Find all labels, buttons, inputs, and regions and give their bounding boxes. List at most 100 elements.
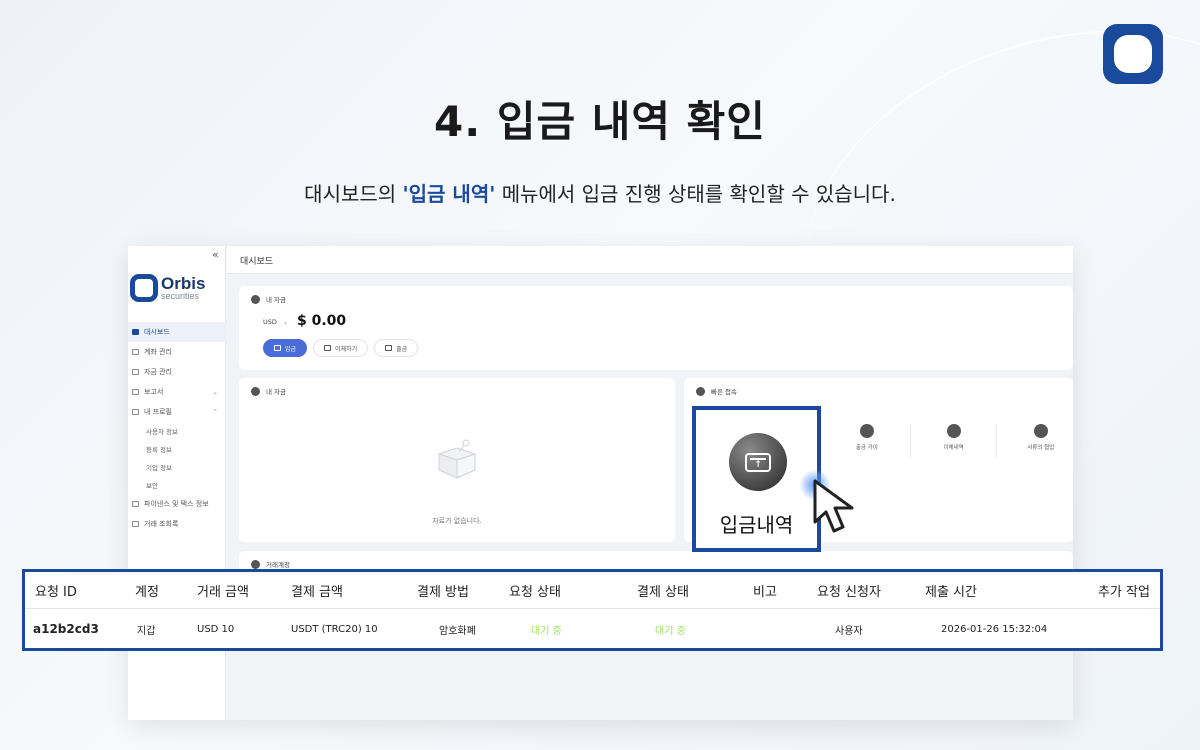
subtitle-text-end: 메뉴에서 입금 진행 상태를 확인할 수 있습니다. [495,182,896,206]
subtitle-text: 대시보드의 [304,182,403,206]
collapse-sidebar-icon[interactable]: « [212,248,219,261]
empty-box-icon [437,439,477,479]
sidebar-item-finance-tax[interactable]: 파이낸스 및 택스 정보 [128,494,226,514]
withdraw-icon [385,345,393,351]
quick-item-label: 서류의 협업 [1027,445,1055,451]
subtitle-highlight: '입금 내역' [402,182,496,206]
orbis-logo[interactable]: Orbis securities [130,274,205,302]
sidebar-item-reports[interactable]: 보고서 ⌄ [128,382,226,402]
card-title: 빠른 접속 [711,388,737,396]
currency-select[interactable]: USD ⌄ [263,318,288,326]
deposit-icon [274,345,281,351]
coins-icon [251,386,260,396]
sidebar-item-accounts[interactable]: 계좌 관리 [128,342,226,362]
header-pay-method: 결제 방법 [417,584,469,600]
sidebar-item-label: 대시보드 [144,328,170,336]
chevron-down-icon: ⌄ [212,388,218,396]
table-row[interactable]: a12b2cd3 지갑 USD 10 USDT (TRC20) 10 암호화폐 … [25,610,1160,648]
deposit-card-icon: ↑ [729,433,787,491]
mouse-cursor-icon [813,479,854,533]
cell-pay-status: 대기 중 [655,625,686,637]
sidebar-subitem-company[interactable]: 기업 정보 [128,458,226,476]
slide-title: 4. 입금 내역 확인 [434,97,766,146]
sidebar-item-label: 계좌 관리 [144,348,172,356]
cell-pay-method: 암호화폐 [439,625,476,637]
balance-amount: $ 0.00 [297,313,347,329]
table-header: 요청 ID 계정 거래 금액 결제 금액 결제 방법 요청 상태 결제 상태 비… [25,572,1160,609]
card-title: 내 자금 [266,388,287,396]
header-pay-amount: 결제 금액 [291,584,343,600]
cell-submitted: 2026-01-26 15:32:04 [941,623,1048,635]
sidebar-subitem-security[interactable]: 보안 [128,476,226,494]
sidebar-item-label: 파이낸스 및 택스 정보 [144,500,209,508]
chevron-down-icon: ⌄ [282,318,289,326]
guide-icon [859,424,874,438]
quick-item-transfer-history[interactable]: 이체내역 [911,424,998,458]
logo-name: Orbis [161,274,206,293]
cell-requester: 사용자 [835,625,863,637]
cell-request-id: a12b2cd3 [33,622,99,636]
shortcut-icon [696,386,705,396]
sidebar-item-funds[interactable]: 자금 관리 [128,362,226,382]
transfer-icon [324,345,332,351]
quick-item-withdraw-guide[interactable]: 출금 가이 [824,424,911,458]
quick-item-label: 이체내역 [943,445,964,451]
header-trade-amount: 거래 금액 [197,584,249,600]
header-requester: 요청 신청자 [817,584,881,600]
button-label: 출금 [396,345,408,353]
card-title: 내 자금 [266,296,287,304]
header-actions: 추가 작업 [1098,584,1150,600]
card-title: 거래계정 [266,561,290,569]
sidebar-item-label: 보고서 [144,388,164,396]
sidebar-item-label: 자금 관리 [144,368,172,376]
cell-request-status: 대기 중 [531,625,562,637]
sidebar-subitem-user-info[interactable]: 사용자 정보 [128,422,226,440]
header-account: 계정 [135,584,159,600]
document-icon [1033,424,1048,438]
list-icon [132,521,139,527]
brand-logo-icon [1103,24,1163,84]
cell-pay-amount: USDT (TRC20) 10 [291,623,378,635]
sidebar-item-trade-log[interactable]: 거래 조회록 [128,514,226,534]
orbis-logo-icon [130,274,158,302]
accounts-icon [132,349,139,355]
chevron-up-icon: ⌃ [212,408,218,416]
money-bag-icon [251,294,260,304]
logo-tagline: securities [161,291,200,301]
balance-card: 내 자금 USD ⌄ $ 0.00 입금 이체하기 출금 [239,286,1073,370]
ledger-icon [251,559,260,569]
sidebar-item-label: 거래 조회록 [144,520,179,528]
sidebar-item-profile[interactable]: 내 프로필 ⌃ [128,402,226,422]
header-request-id: 요청 ID [35,584,77,600]
slide-subtitle: 대시보드의 '입금 내역' 메뉴에서 입금 진행 상태를 확인할 수 있습니다. [0,178,1200,207]
dashboard-icon [132,329,139,335]
document-icon [132,501,139,507]
quick-item-label: 출금 가이 [855,445,878,451]
header-request-status: 요청 상태 [509,584,561,600]
empty-state-text: 자료가 없습니다. [432,517,482,525]
sidebar-item-dashboard[interactable]: 대시보드 [128,322,226,342]
wallet-icon [132,369,139,375]
transfer-button[interactable]: 이체하기 [313,339,369,357]
deposit-history-table: 요청 ID 계정 거래 금액 결제 금액 결제 방법 요청 상태 결제 상태 비… [22,569,1163,651]
user-icon [132,409,139,415]
cell-account: 지갑 [137,625,156,637]
withdraw-button[interactable]: 출금 [374,339,419,357]
button-label: 이체하기 [335,345,358,353]
history-icon [946,424,961,438]
deposit-history-label: 입금내역 [719,513,794,537]
button-label: 입금 [285,345,297,353]
currency-value: USD [263,318,277,326]
page-title: 대시보드 [227,246,1073,274]
header-note: 비고 [753,584,777,600]
assets-card: 내 자금 자료가 없습니다. [239,378,675,542]
sidebar-nav: 대시보드 계좌 관리 자금 관리 보고서 ⌄ 내 프로필 ⌃ 사용자 정보 등록 정… [128,322,226,534]
deposit-button[interactable]: 입금 [263,339,308,357]
header-submitted: 제출 시간 [925,584,977,600]
quick-item-documents[interactable]: 서류의 협업 [997,424,1073,458]
report-icon [132,389,139,395]
header-pay-status: 결제 상태 [637,584,689,600]
sidebar-item-label: 내 프로필 [144,408,172,416]
sidebar-subitem-registration[interactable]: 등록 정보 [128,440,226,458]
cell-trade-amount: USD 10 [197,623,235,635]
